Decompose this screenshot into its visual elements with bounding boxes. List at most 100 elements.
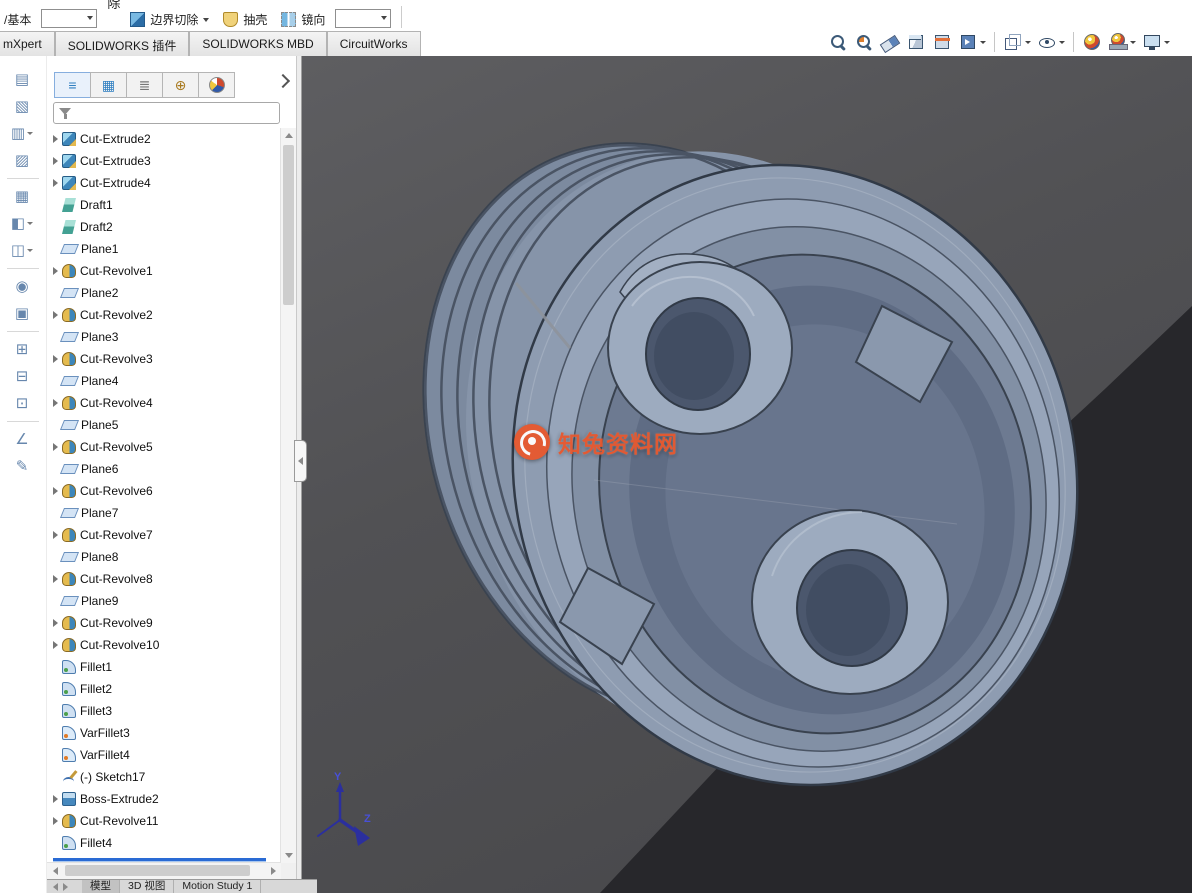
tree-item[interactable]: Cut-Revolve6 xyxy=(51,480,280,502)
model-tab[interactable]: 模型 xyxy=(82,879,120,893)
material-tool-button[interactable]: ◉ xyxy=(0,273,44,300)
expand-arrow-icon[interactable] xyxy=(53,311,58,319)
expand-arrow-icon[interactable] xyxy=(53,817,58,825)
tree-filter-input[interactable] xyxy=(72,104,279,122)
tree-item[interactable]: Plane8 xyxy=(51,546,280,568)
table-tool-button[interactable]: ▣ xyxy=(0,300,44,327)
tree-item[interactable]: Cut-Revolve1 xyxy=(51,260,280,282)
tree-item[interactable]: Plane2 xyxy=(51,282,280,304)
view-orientation-button[interactable] xyxy=(906,32,926,52)
dimension-tool-button[interactable]: ∠ xyxy=(0,426,44,453)
tree-item[interactable]: (-) Sketch17 xyxy=(51,766,280,788)
expand-arrow-icon[interactable] xyxy=(53,267,58,275)
zoom-fit-button[interactable] xyxy=(828,32,848,52)
motion-study-tab[interactable]: Motion Study 1 xyxy=(174,879,262,893)
3d-drawing-view-button[interactable] xyxy=(958,32,986,52)
panel-collapse-handle[interactable] xyxy=(294,440,307,482)
scroll-up-button[interactable] xyxy=(281,128,296,143)
mirror-button[interactable]: 镜向 xyxy=(281,11,325,28)
scroll-down-button[interactable] xyxy=(281,848,296,863)
toolbar-combo-1[interactable] xyxy=(41,9,98,28)
tree-item[interactable]: Fillet4 xyxy=(51,832,280,854)
chevron-down-icon[interactable] xyxy=(980,40,986,44)
chevron-down-icon[interactable] xyxy=(1025,40,1031,44)
tree-item[interactable]: VarFillet3 xyxy=(51,722,280,744)
section-view-button[interactable] xyxy=(932,32,952,52)
edit-appearance-button[interactable] xyxy=(1082,32,1102,52)
ribbon-tab[interactable]: mXpert xyxy=(0,31,55,56)
tree-item[interactable]: Plane5 xyxy=(51,414,280,436)
ribbon-tab[interactable]: SOLIDWORKS 插件 xyxy=(54,31,190,56)
chevron-down-icon[interactable] xyxy=(27,249,34,252)
tree-vertical-scrollbar[interactable] xyxy=(280,128,296,863)
expand-arrow-icon[interactable] xyxy=(53,531,58,539)
shell-button[interactable]: 抽壳 xyxy=(223,11,267,28)
toolbar-combo-2[interactable] xyxy=(335,9,392,28)
tree-tabs-overflow-icon[interactable] xyxy=(275,73,291,89)
notes-tool-button[interactable]: ▤ xyxy=(0,66,44,93)
expand-arrow-icon[interactable] xyxy=(53,619,58,627)
tree-item[interactable]: Plane1 xyxy=(51,238,280,260)
tree-item[interactable]: Fillet3 xyxy=(51,700,280,722)
block-tool-button[interactable]: ⊡ xyxy=(0,390,44,417)
expand-arrow-icon[interactable] xyxy=(53,157,58,165)
tree-item[interactable]: Fillet2 xyxy=(51,678,280,700)
export-tool-button[interactable]: ◧ xyxy=(0,210,44,237)
tree-item[interactable]: Plane9 xyxy=(51,590,280,612)
tree-item[interactable]: Cut-Extrude2 xyxy=(51,128,280,150)
tree-item[interactable]: VarFillet4 xyxy=(51,744,280,766)
viewport-canvas[interactable]: Y Z xyxy=(302,56,1192,893)
scrollbar-thumb[interactable] xyxy=(65,865,250,876)
3d-views-tab[interactable]: 3D 视图 xyxy=(120,879,175,893)
chevron-down-icon[interactable] xyxy=(27,222,34,225)
expand-arrow-icon[interactable] xyxy=(53,795,58,803)
tree-item[interactable]: Cut-Revolve8 xyxy=(51,568,280,590)
expand-arrow-icon[interactable] xyxy=(53,641,58,649)
chevron-down-icon[interactable] xyxy=(27,132,34,135)
tree-item[interactable]: Cut-Revolve9 xyxy=(51,612,280,634)
tree-horizontal-scrollbar[interactable] xyxy=(47,862,281,879)
scroll-right-button[interactable] xyxy=(265,863,281,879)
clip-tool-button[interactable]: ▧ xyxy=(0,93,44,120)
zoom-area-button[interactable] xyxy=(854,32,874,52)
tree-item[interactable]: Cut-Revolve7 xyxy=(51,524,280,546)
sketch-pencil-tool-button[interactable]: ✎ xyxy=(0,453,44,480)
featuremanager-tab[interactable]: ≡ xyxy=(54,72,91,98)
ribbon-tab[interactable]: CircuitWorks xyxy=(326,31,421,56)
view-settings-button[interactable] xyxy=(1142,32,1170,52)
tree-item[interactable]: Plane7 xyxy=(51,502,280,524)
tree-filter-box[interactable] xyxy=(53,102,280,124)
expand-arrow-icon[interactable] xyxy=(53,487,58,495)
scroll-left-button[interactable] xyxy=(47,863,63,879)
tab-scroll-right-icon[interactable] xyxy=(63,882,68,891)
model-view-tool-button[interactable]: ◫ xyxy=(0,237,44,264)
layout-tool-button[interactable]: ▥ xyxy=(0,120,44,147)
tree-item[interactable]: Draft2 xyxy=(51,216,280,238)
tree-item[interactable]: Plane3 xyxy=(51,326,280,348)
configurationmanager-tab[interactable]: ≣ xyxy=(126,72,163,98)
tree-item[interactable]: Cut-Extrude4 xyxy=(51,172,280,194)
tab-scroll-left-icon[interactable] xyxy=(53,882,58,891)
dimxpertmanager-tab[interactable]: ⊕ xyxy=(162,72,199,98)
tree-item[interactable]: Cut-Revolve3 xyxy=(51,348,280,370)
expand-arrow-icon[interactable] xyxy=(53,399,58,407)
expand-arrow-icon[interactable] xyxy=(53,135,58,143)
tree-item[interactable]: Cut-Revolve2 xyxy=(51,304,280,326)
tree-item[interactable]: Cut-Revolve10 xyxy=(51,634,280,656)
tree-item[interactable]: Fillet1 xyxy=(51,656,280,678)
expand-arrow-icon[interactable] xyxy=(53,355,58,363)
tree-item[interactable]: Cut-Revolve4 xyxy=(51,392,280,414)
image-tool-button[interactable]: ▦ xyxy=(0,183,44,210)
expand-arrow-icon[interactable] xyxy=(53,575,58,583)
expand-arrow-icon[interactable] xyxy=(53,179,58,187)
boundary-cut-button[interactable]: 边界切除 xyxy=(130,11,210,28)
displaymanager-tab[interactable] xyxy=(198,72,235,98)
tree-item[interactable]: Plane6 xyxy=(51,458,280,480)
tree-item[interactable]: Plane4 xyxy=(51,370,280,392)
edit-notes-tool-button[interactable]: ▨ xyxy=(0,147,44,174)
display-style-button[interactable] xyxy=(1003,32,1031,52)
chevron-down-icon[interactable] xyxy=(203,17,210,22)
apply-scene-button[interactable] xyxy=(1108,32,1136,52)
component-tool-button[interactable]: ⊞ xyxy=(0,336,44,363)
tree-item[interactable]: Cut-Revolve5 xyxy=(51,436,280,458)
